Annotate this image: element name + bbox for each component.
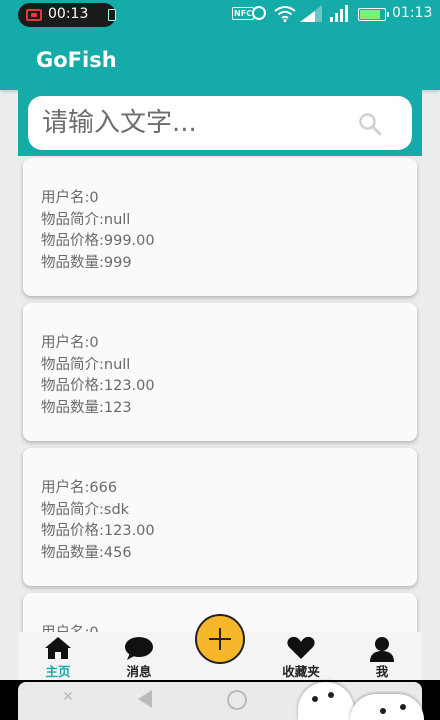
item-quantity: 物品数量:123: [41, 399, 132, 416]
home-icon: [45, 637, 71, 659]
app-bar: GoFish: [0, 30, 440, 90]
nav-me[interactable]: 我: [352, 632, 412, 680]
home-circle-icon[interactable]: [227, 690, 247, 710]
app-title: GoFish: [36, 48, 117, 72]
nfc-icon: NFC: [232, 7, 255, 20]
face-dot: [312, 696, 318, 702]
person-icon: [370, 637, 394, 662]
signal-icon: [300, 5, 322, 22]
item-quantity: 物品数量:456: [41, 544, 132, 561]
signal-icon: [330, 5, 348, 22]
list-item[interactable]: 用户名:0 物品简介:null 物品价格:123.00 物品数量:123: [23, 303, 417, 441]
item-price: 物品价格:999.00: [41, 233, 155, 249]
sim-icon: [108, 9, 116, 21]
nav-home-label: 主页: [45, 664, 71, 679]
recording-indicator[interactable]: 00:13: [18, 3, 116, 27]
screen-record-icon: [26, 9, 42, 21]
item-quantity: 物品数量:999: [41, 254, 132, 271]
search-icon[interactable]: [358, 112, 382, 136]
search-input[interactable]: [42, 103, 342, 143]
nav-favorites-label: 收藏夹: [282, 664, 320, 679]
list-item[interactable]: 用户名:666 物品简介:sdk 物品价格:123.00 物品数量:456: [23, 448, 417, 586]
wifi-icon: [274, 6, 296, 22]
status-clock: 01:13: [392, 5, 433, 21]
add-button[interactable]: [195, 614, 245, 664]
item-description: 物品简介:sdk: [41, 501, 130, 518]
app-screen: 00:13 NFC 01:13 GoFish 请输入文字... 用户名:0 物品…: [0, 0, 440, 720]
item-price: 物品价格:123.00: [41, 523, 155, 539]
close-icon[interactable]: ✕: [62, 689, 74, 705]
heart-icon: [287, 636, 315, 659]
list-item[interactable]: 用户名:0 物品简介:null 物品价格:999.00 物品数量:999: [23, 158, 417, 296]
recording-time: 00:13: [48, 6, 89, 22]
status-bar: 00:13 NFC 01:13: [0, 0, 440, 30]
face-dot: [400, 704, 406, 710]
item-username: 用户名:666: [41, 480, 118, 496]
nav-me-label: 我: [375, 664, 389, 679]
search-area: [18, 90, 422, 156]
nav-favorites[interactable]: 收藏夹: [271, 632, 331, 680]
item-username: 用户名:0: [41, 335, 99, 351]
bottom-nav: 主页 消息 收藏夹 我: [18, 614, 422, 680]
item-list[interactable]: 用户名:0 物品简介:null 物品价格:999.00 物品数量:999 用户名…: [18, 156, 422, 632]
item-price: 物品价格:123.00: [41, 378, 155, 394]
item-description: 物品简介:null: [41, 356, 131, 373]
battery-icon: [358, 8, 389, 21]
battery-level: [360, 10, 380, 19]
alarm-icon: [252, 6, 266, 20]
search-box[interactable]: [28, 96, 412, 150]
back-icon[interactable]: [138, 690, 152, 708]
item-username: 用户名:0: [41, 623, 99, 632]
floating-assistant-ball[interactable]: [350, 694, 424, 720]
nav-messages-label: 消息: [126, 664, 152, 679]
item-description: 物品简介:null: [41, 211, 131, 228]
item-username: 用户名:0: [41, 190, 99, 206]
face-dot: [380, 708, 386, 714]
nav-messages[interactable]: 消息: [109, 632, 169, 680]
nav-home[interactable]: 主页: [28, 632, 88, 680]
chat-bubble-icon: [125, 637, 153, 660]
face-dot: [328, 692, 334, 698]
